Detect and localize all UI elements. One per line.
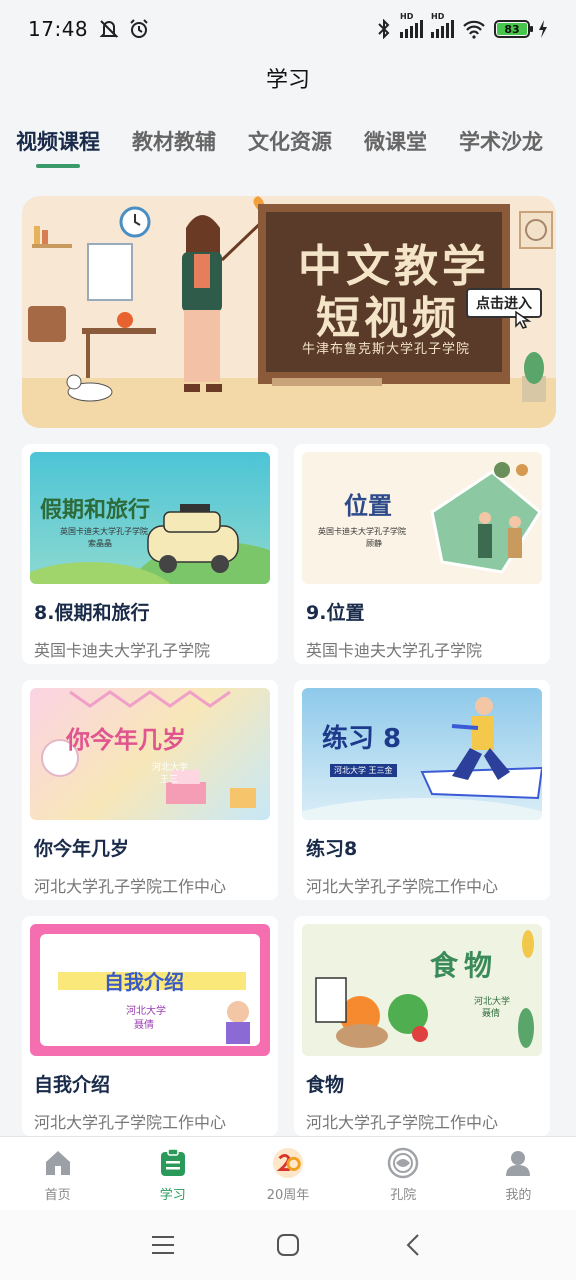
course-thumbnail: 你今年几岁 河北大学 王三 — [30, 688, 270, 820]
thumbnail-title: 食物 — [430, 949, 499, 982]
bluetooth-icon — [378, 19, 390, 39]
thumbnail-author: 索晶晶 — [88, 539, 112, 548]
tab-textbooks[interactable]: 教材教辅 — [132, 126, 216, 168]
thumbnail-author: 聂倩 — [482, 1009, 501, 1019]
thumbnail-caption: 英国卡迪夫大学孔子学院 — [318, 527, 406, 536]
course-org: 英国卡迪夫大学孔子学院 — [34, 641, 211, 660]
nav-item-study[interactable]: 学习 — [115, 1137, 230, 1210]
course-title: 你今年几岁 — [34, 838, 130, 860]
course-title: 练习8 — [306, 838, 358, 860]
battery-icon: 83 — [494, 20, 533, 38]
promo-banner[interactable]: 中文教学 短视频 点击进入 牛津布鲁克斯大学孔子学院 — [22, 196, 556, 428]
page-title: 学习 — [265, 68, 310, 93]
nav-label: 首页 — [44, 1188, 71, 1203]
thumbnail-author: 顾静 — [366, 539, 382, 548]
user-icon — [502, 1147, 534, 1179]
institute-logo-icon — [387, 1147, 419, 1179]
course-title: 食物 — [306, 1074, 345, 1096]
thumbnail-caption: 河北大学 王三金 — [330, 764, 397, 777]
course-card[interactable]: 假期和旅行 英国卡迪夫大学孔子学院 索晶晶 8.假期和旅行 英国卡迪夫大学孔子学… — [22, 444, 278, 664]
tab-culture-resources[interactable]: 文化资源 — [248, 126, 332, 168]
course-org: 河北大学孔子学院工作中心 — [34, 877, 227, 896]
tab-micro-class[interactable]: 微课堂 — [364, 126, 427, 168]
banner-headline-line2: 短视频 — [316, 293, 460, 344]
thumbnail-title: 自我介绍 — [104, 970, 184, 994]
course-card[interactable]: 自我介绍 河北大学 聂倩 自我介绍 河北大学孔子学院工作中心 — [22, 916, 278, 1136]
tab-video-courses[interactable]: 视频课程 — [16, 126, 100, 168]
tab-academic-salon[interactable]: 学术沙龙 — [459, 126, 543, 168]
system-navigation-bar — [0, 1210, 576, 1280]
nav-item-20th-anniversary[interactable]: 20周年 — [230, 1137, 345, 1210]
thumbnail-title: 假期和旅行 — [40, 498, 151, 523]
course-title: 自我介绍 — [34, 1074, 111, 1096]
course-card[interactable]: 位置 英国卡迪夫大学孔子学院 顾静 9.位置 英国卡迪夫大学孔子学院 — [294, 444, 550, 664]
nav-item-institute[interactable]: 孔院 — [346, 1137, 461, 1210]
battery-level: 83 — [497, 23, 527, 36]
cursor-icon — [515, 310, 532, 329]
course-org: 河北大学孔子学院工作中心 — [306, 877, 499, 896]
course-thumbnail: 练习 8 河北大学 王三金 — [302, 688, 542, 820]
status-time: 17:48 — [28, 17, 89, 41]
thumbnail-author: 王三 — [160, 775, 179, 785]
course-thumbnail: 自我介绍 河北大学 聂倩 — [30, 924, 270, 1056]
status-bar: 17:48 HD HD 83 — [0, 0, 576, 58]
course-thumbnail: 位置 英国卡迪夫大学孔子学院 顾静 — [302, 452, 542, 584]
category-tabs: 视频课程 教材教辅 文化资源 微课堂 学术沙龙 — [0, 126, 576, 168]
course-thumbnail: 食物 河北大学 聂倩 — [302, 924, 542, 1056]
anniversary-20-icon — [272, 1147, 304, 1179]
course-thumbnail: 假期和旅行 英国卡迪夫大学孔子学院 索晶晶 — [30, 452, 270, 584]
course-org: 英国卡迪夫大学孔子学院 — [306, 641, 483, 660]
course-card[interactable]: 你今年几岁 河北大学 王三 你今年几岁 河北大学孔子学院工作中心 — [22, 680, 278, 900]
thumbnail-author: 聂倩 — [134, 1020, 154, 1031]
course-card[interactable]: 练习 8 河北大学 王三金 练习8 河北大学孔子学院工作中心 — [294, 680, 550, 900]
alarm-icon — [130, 19, 148, 38]
thumbnail-caption: 河北大学 — [126, 1006, 166, 1017]
charging-icon — [539, 20, 547, 38]
course-org: 河北大学孔子学院工作中心 — [34, 1113, 227, 1132]
signal-strength-icon: HD — [400, 12, 423, 38]
course-card[interactable]: 食物 河北大学 聂倩 食物 河北大学孔子学院工作中心 — [294, 916, 550, 1136]
course-grid: 假期和旅行 英国卡迪夫大学孔子学院 索晶晶 8.假期和旅行 英国卡迪夫大学孔子学… — [22, 444, 550, 1136]
banner-subtitle: 牛津布鲁克斯大学孔子学院 — [302, 342, 471, 357]
thumbnail-caption: 英国卡迪夫大学孔子学院 — [60, 527, 148, 536]
menu-icon[interactable] — [143, 1225, 183, 1265]
home-button-icon[interactable] — [268, 1225, 308, 1265]
nav-label: 我的 — [505, 1188, 532, 1203]
signal-strength-icon-2: HD — [431, 12, 454, 38]
nav-label: 学习 — [159, 1188, 186, 1203]
nav-label: 20周年 — [266, 1188, 310, 1203]
thumbnail-title: 你今年几岁 — [66, 726, 186, 754]
home-icon — [42, 1147, 74, 1179]
mute-icon — [99, 20, 119, 38]
nav-label: 孔院 — [390, 1188, 417, 1203]
course-org: 河北大学孔子学院工作中心 — [306, 1113, 499, 1132]
wifi-icon — [463, 20, 485, 39]
thumbnail-title: 位置 — [344, 492, 392, 520]
bottom-nav: 首页 学习 20周年 孔院 我的 — [0, 1136, 576, 1210]
nav-item-home[interactable]: 首页 — [0, 1137, 115, 1210]
course-title: 8.假期和旅行 — [34, 602, 150, 624]
back-icon[interactable] — [393, 1225, 433, 1265]
thumbnail-title: 练习 8 — [322, 724, 402, 754]
nav-item-profile[interactable]: 我的 — [461, 1137, 576, 1210]
clipboard-icon — [157, 1147, 189, 1179]
course-title: 9.位置 — [306, 602, 365, 624]
